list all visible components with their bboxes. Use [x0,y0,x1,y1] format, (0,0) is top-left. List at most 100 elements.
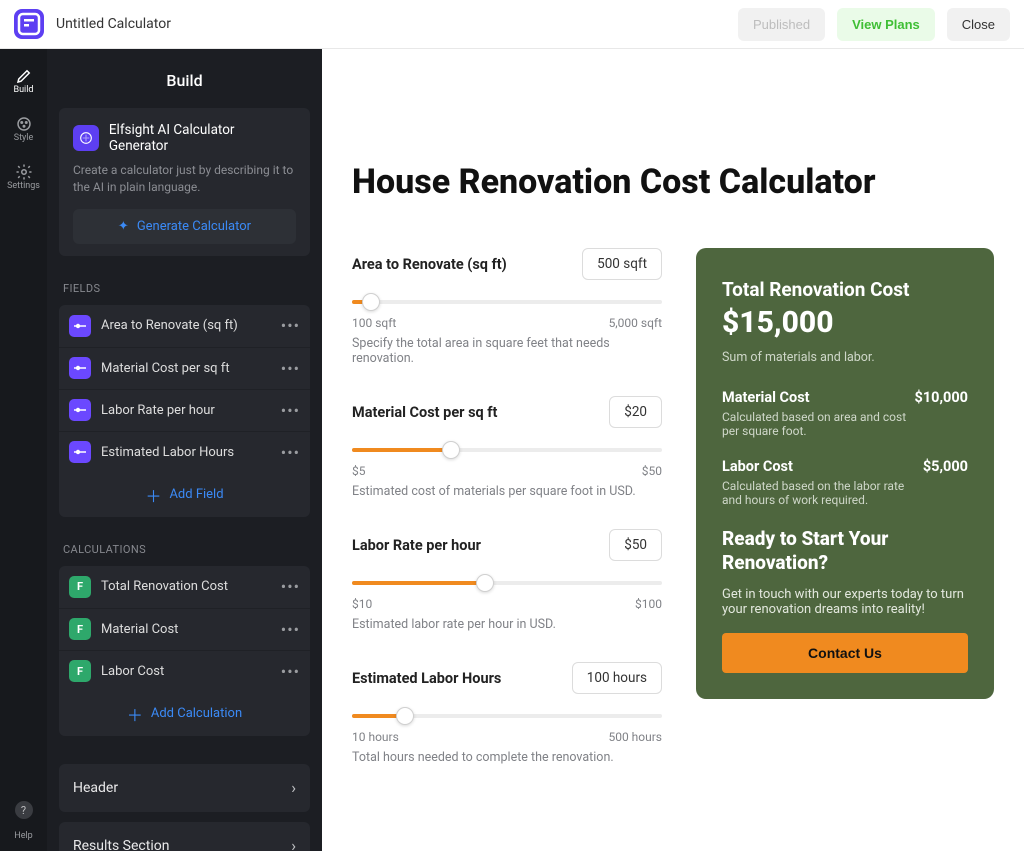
slider-value[interactable]: $50 [609,529,662,561]
formula-icon: F [69,576,91,598]
slider-label: Material Cost per sq ft [352,404,497,421]
slider-field: Area to Renovate (sq ft)500 sqft100 sqft… [352,248,662,366]
calculation-item[interactable]: FMaterial Cost••• [59,608,310,650]
slider-value[interactable]: 100 hours [572,662,662,694]
contact-us-button[interactable]: Contact Us [722,633,968,673]
field-item-label: Labor Rate per hour [101,403,271,418]
slider-thumb[interactable] [476,574,494,592]
fields-list: Area to Renovate (sq ft)•••Material Cost… [59,305,310,517]
cta-heading: Ready to Start Your Renovation? [722,527,968,575]
field-item[interactable]: Labor Rate per hour ••• [59,389,310,431]
slider-value[interactable]: 500 sqft [582,248,662,280]
slider-field: Labor Rate per hour $50 $10 $100 Estimated l… [352,529,662,632]
breakdown-value: $5,000 [923,458,968,475]
gear-icon [15,163,33,181]
add-field-label: Add Field [169,487,223,502]
slider-track[interactable] [352,575,662,589]
add-field-button[interactable]: ＋ Add Field [59,473,310,517]
slider-helper: Estimated cost of materials per square f… [352,484,662,499]
rail-build[interactable]: Build [0,61,47,101]
field-item-label: Estimated Labor Hours [101,445,271,460]
close-button[interactable]: Close [947,8,1010,41]
nav-results-label: Results Section [73,838,291,851]
topbar: Untitled Calculator Published View Plans… [0,0,1024,49]
slider-thumb[interactable] [442,441,460,459]
cta-text: Get in touch with our experts today to t… [722,587,968,617]
total-label: Total Renovation Cost [722,278,968,301]
fields-section-label: FIELDS [47,276,322,305]
slider-column: Area to Renovate (sq ft)500 sqft100 sqft… [352,248,662,765]
sparkle-icon: ✦ [118,219,129,234]
kebab-icon[interactable]: ••• [281,316,300,335]
plus-icon: ＋ [127,702,143,726]
slider-field-icon [69,399,91,421]
ai-generator-card: Elfsight AI Calculator Generator Create … [59,108,310,256]
nav-header-section[interactable]: Header › [59,764,310,812]
left-rail: Build Style Settings ? Help [0,49,47,851]
rail-settings[interactable]: Settings [0,157,47,197]
slider-field-icon [69,441,91,463]
field-item-label: Area to Renovate (sq ft) [101,318,271,333]
kebab-icon[interactable]: ••• [281,401,300,420]
calculation-item-label: Labor Cost [101,664,271,679]
breakdown-value: $10,000 [915,389,968,406]
results-card: Total Renovation Cost $15,000 Sum of mat… [696,248,994,699]
formula-icon: F [69,660,91,682]
slider-max: 5,000 sqft [609,316,662,330]
doc-title[interactable]: Untitled Calculator [56,16,171,32]
view-plans-button[interactable]: View Plans [837,8,935,41]
breakdown-row: Material Cost $10,000Calculated based on … [722,389,968,438]
palette-icon [15,115,33,133]
field-item[interactable]: Estimated Labor Hours ••• [59,431,310,473]
field-item[interactable]: Material Cost per sq ft ••• [59,347,310,389]
published-button: Published [738,8,825,41]
nav-results-section[interactable]: Results Section › [59,822,310,851]
panel-title: Build [47,49,322,108]
calculator-title: House Renovation Cost Calculator [352,162,994,202]
help-icon[interactable]: ? [15,801,33,819]
slider-max: $100 [635,597,662,611]
calculation-item-label: Material Cost [101,622,271,637]
slider-value[interactable]: $20 [609,396,662,428]
app-logo [14,9,44,39]
kebab-icon[interactable]: ••• [281,577,300,596]
slider-track[interactable] [352,442,662,456]
total-value: $15,000 [722,305,968,340]
preview-area: House Renovation Cost Calculator Area to… [322,49,1024,851]
pencil-icon [15,67,33,85]
rail-settings-label: Settings [7,181,40,191]
build-panel: Build Elfsight AI Calculator Generator C… [47,49,322,851]
calculation-item[interactable]: FTotal Renovation Cost••• [59,566,310,608]
kebab-icon[interactable]: ••• [281,359,300,378]
slider-track[interactable] [352,294,662,308]
ai-sparkle-icon [73,125,99,151]
calculations-list: FTotal Renovation Cost•••FMaterial Cost•… [59,566,310,736]
kebab-icon[interactable]: ••• [281,443,300,462]
generate-calculator-label: Generate Calculator [137,219,251,234]
breakdown-desc: Calculated based on area and cost per sq… [722,410,912,438]
breakdown-row: Labor Cost$5,000Calculated based on the … [722,458,968,507]
field-item[interactable]: Area to Renovate (sq ft) ••• [59,305,310,347]
slider-thumb[interactable] [396,707,414,725]
slider-field: Estimated Labor Hours100 hours10 hours50… [352,662,662,765]
calculations-section-label: CALCULATIONS [47,537,322,566]
generate-calculator-button[interactable]: ✦ Generate Calculator [73,209,296,244]
breakdown-name: Material Cost [722,389,810,406]
slider-max: $50 [642,464,662,478]
slider-label: Estimated Labor Hours [352,670,501,687]
slider-min: $5 [352,464,366,478]
rail-help-label: Help [14,831,32,841]
plus-icon: ＋ [145,483,161,507]
slider-helper: Estimated labor rate per hour in USD. [352,617,662,632]
calculation-item[interactable]: F Labor Cost ••• [59,650,310,692]
kebab-icon[interactable]: ••• [281,620,300,639]
rail-style-label: Style [14,133,34,143]
slider-min: $10 [352,597,372,611]
slider-label: Labor Rate per hour [352,537,481,554]
rail-style[interactable]: Style [0,109,47,149]
slider-track[interactable] [352,708,662,722]
kebab-icon[interactable]: ••• [281,662,300,681]
add-calculation-button[interactable]: ＋Add Calculation [59,692,310,736]
slider-thumb[interactable] [362,293,380,311]
field-item-label: Material Cost per sq ft [101,361,271,376]
